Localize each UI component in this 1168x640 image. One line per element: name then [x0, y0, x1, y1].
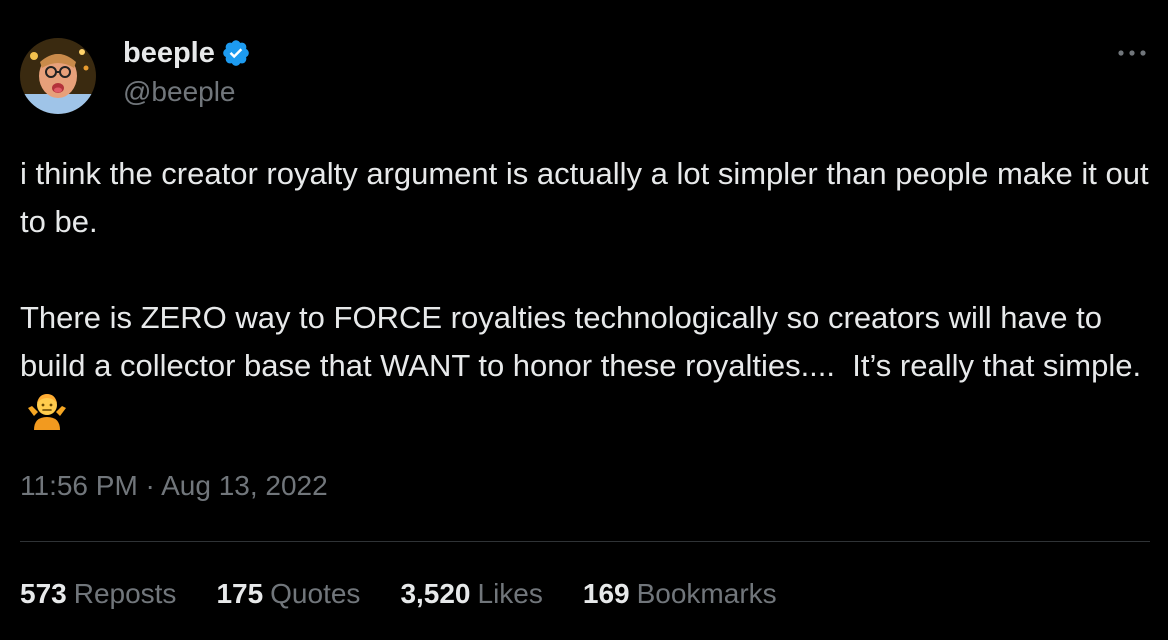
author-handle[interactable]: @beeple: [123, 76, 251, 108]
tweet-timestamp[interactable]: 11:56 PM · Aug 13, 2022: [20, 470, 328, 502]
reposts-count: 573: [20, 578, 67, 609]
more-dots-icon: [1118, 50, 1146, 56]
quotes-label: Quotes: [270, 578, 361, 609]
tweet-text: i think the creator royalty argument is …: [20, 150, 1150, 438]
author-display-name[interactable]: beeple: [123, 37, 215, 70]
stat-bookmarks[interactable]: 169 Bookmarks: [583, 576, 777, 612]
verified-badge-icon[interactable]: [221, 38, 251, 68]
stat-likes[interactable]: 3,520 Likes: [400, 576, 542, 612]
bookmarks-label: Bookmarks: [636, 578, 777, 609]
divider: [20, 541, 1150, 542]
more-options-button[interactable]: [1112, 38, 1152, 68]
author-avatar[interactable]: [20, 38, 96, 114]
quotes-count: 175: [216, 578, 264, 609]
tweet-card: beeple @beeple i think the creator royal…: [0, 0, 1168, 640]
likes-count: 3,520: [400, 578, 471, 609]
likes-label: Likes: [477, 578, 543, 609]
stat-quotes[interactable]: 175 Quotes: [216, 576, 360, 612]
tweet-stats: 573 Reposts 175 Quotes 3,520 Likes 169 Bookm…: [20, 576, 817, 612]
stat-reposts[interactable]: 573 Reposts: [20, 576, 176, 612]
bookmarks-count: 169: [582, 578, 630, 609]
display-name-row: beeple: [123, 34, 251, 72]
shrugging-person-emoji-icon: [26, 390, 68, 432]
tweet-paragraph-2: There is ZERO way to FORCE royalties tec…: [20, 300, 1142, 383]
author-info: beeple @beeple: [123, 34, 251, 108]
tweet-paragraph-1: i think the creator royalty argument is …: [20, 156, 1158, 239]
reposts-label: Reposts: [73, 578, 177, 609]
profile-photo-icon: [20, 38, 96, 114]
